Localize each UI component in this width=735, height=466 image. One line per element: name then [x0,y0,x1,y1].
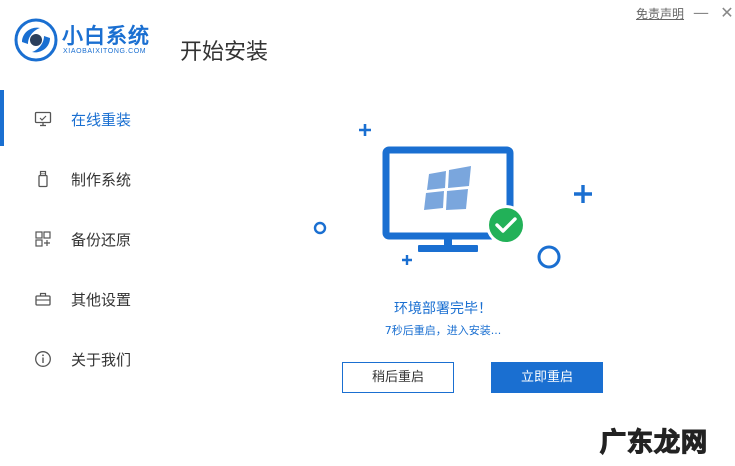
svg-text:广东龙网: 广东龙网 [600,427,708,458]
brand-name: 小白系统 [62,24,150,48]
close-button[interactable]: ✕ [718,4,735,22]
active-indicator [0,90,4,146]
page-title: 开始安装 [180,40,269,65]
plus-icon [574,185,592,203]
sidebar-item-label: 制作系统 [71,171,132,189]
usb-drive-icon [38,170,48,188]
restart-later-button[interactable]: 稍后重启 [342,362,454,393]
disclaimer-link[interactable]: 免责声明 [636,5,684,22]
backup-grid-icon [35,231,51,247]
restart-countdown: 7秒后重启，进入安装... [384,324,502,337]
sidebar-item-backup-restore[interactable]: 备份还原 [0,210,160,266]
brand-subtitle: XIAOBAIXITONG.COM [63,48,147,55]
watermark-logo: 广东龙网 [599,426,708,458]
xiaobai-logo-icon [14,18,58,62]
ring-small-icon [313,221,327,235]
sidebar-item-about-us[interactable]: 关于我们 [0,330,160,386]
ring-large-icon [537,245,561,269]
info-icon [35,351,51,367]
windows-logo-icon [424,166,471,210]
sidebar-item-label: 关于我们 [71,351,132,369]
sidebar-item-label: 在线重装 [71,111,132,129]
minimize-button[interactable]: — [692,4,710,22]
plus-icon [402,255,412,265]
toolbox-icon [35,292,51,306]
restart-now-button[interactable]: 立即重启 [491,362,603,393]
sidebar-item-label: 其他设置 [71,291,132,309]
monitor-icon [34,111,52,127]
sidebar-item-online-reinstall[interactable]: 在线重装 [0,90,160,146]
sidebar-item-label: 备份还原 [71,231,132,249]
check-badge-icon [486,205,526,245]
status-title: 环境部署完毕！ [394,301,492,317]
plus-icon [359,124,371,136]
sidebar-item-other-settings[interactable]: 其他设置 [0,270,160,326]
install-ready-illustration [313,124,592,269]
sidebar-item-make-system[interactable]: 制作系统 [0,150,160,206]
